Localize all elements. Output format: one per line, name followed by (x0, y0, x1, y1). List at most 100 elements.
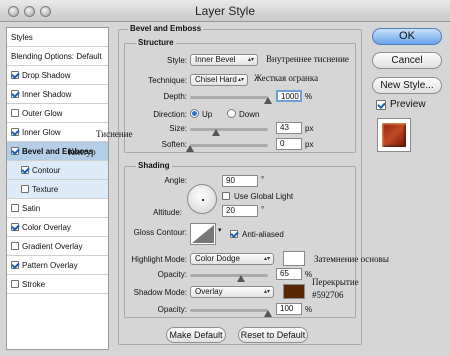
outer-glow-checkbox[interactable] (11, 109, 19, 117)
technique-label: Technique: (148, 76, 187, 85)
color-overlay-label: Color Overlay (22, 222, 71, 232)
contour-checkbox[interactable] (21, 166, 29, 174)
shadow-opacity-handle[interactable] (264, 310, 272, 317)
size-slider-handle[interactable] (212, 129, 220, 136)
list-item-contour[interactable]: Contour (7, 161, 108, 180)
contour-label: Contour (32, 165, 61, 175)
color-overlay-checkbox[interactable] (11, 223, 19, 231)
satin-label: Satin (22, 203, 41, 213)
contour-dropdown-icon[interactable]: ▾ (218, 226, 222, 234)
title-bar: Layer Style (0, 0, 450, 22)
inner-glow-checkbox[interactable] (11, 128, 19, 136)
anti-aliased-label: Anti-aliased (242, 230, 284, 239)
make-default-button[interactable]: Make Default (166, 327, 226, 343)
annotation-highlight: Затемнение основы (314, 254, 389, 264)
soften-slider[interactable] (190, 144, 268, 147)
highlight-opacity-handle[interactable] (237, 275, 245, 282)
shadow-opacity-slider[interactable] (190, 309, 268, 312)
highlight-opacity-input[interactable]: 65 (276, 268, 302, 280)
depth-input[interactable]: 1000 (276, 90, 302, 102)
style-label: Style: (166, 56, 187, 65)
shadow-color-swatch[interactable] (283, 284, 305, 299)
list-item-texture[interactable]: Texture (7, 180, 108, 199)
highlight-opacity-slider[interactable] (190, 274, 268, 277)
cancel-button[interactable]: Cancel (372, 52, 442, 69)
annotation-contour: Контур (68, 147, 96, 157)
select-arrows-icon: ▴▾ (263, 289, 270, 295)
angle-dial[interactable] (187, 184, 217, 214)
list-item-stroke[interactable]: Stroke (7, 275, 108, 294)
depth-slider[interactable] (190, 96, 268, 99)
altitude-input[interactable]: 20 (222, 205, 258, 217)
reset-default-button[interactable]: Reset to Default (238, 327, 308, 343)
list-item-drop-shadow[interactable]: Drop Shadow (7, 66, 108, 85)
shadow-opacity-input[interactable]: 100 (276, 303, 302, 315)
angle-label: Angle: (164, 176, 187, 185)
direction-up-radio[interactable] (190, 109, 199, 118)
stroke-checkbox[interactable] (11, 280, 19, 288)
shadow-opacity-label: Opacity: (157, 305, 187, 314)
depth-unit: % (305, 92, 313, 101)
soften-input[interactable]: 0 (276, 138, 302, 150)
style-select[interactable]: Inner Bevel ▴▾ (190, 54, 258, 66)
gradient-overlay-checkbox[interactable] (11, 242, 19, 250)
highlight-mode-value: Color Dodge (195, 254, 240, 263)
soften-unit: px (305, 140, 314, 149)
list-item-inner-shadow[interactable]: Inner Shadow (7, 85, 108, 104)
shadow-mode-select[interactable]: Overlay ▴▾ (190, 286, 274, 298)
inner-shadow-label: Inner Shadow (22, 89, 72, 99)
ok-button[interactable]: OK (372, 28, 442, 45)
altitude-label: Altitude: (153, 208, 182, 217)
list-item-color-overlay[interactable]: Color Overlay (7, 218, 108, 237)
soften-label: Soften: (161, 140, 187, 149)
blending-options-item[interactable]: Blending Options: Default (7, 47, 108, 66)
depth-slider-handle[interactable] (264, 97, 272, 104)
satin-checkbox[interactable] (11, 204, 19, 212)
new-style-button[interactable]: New Style... (372, 77, 442, 94)
shading-title: Shading (136, 161, 172, 170)
bevel-emboss-checkbox[interactable] (11, 147, 19, 155)
use-global-light-checkbox[interactable] (222, 192, 230, 200)
list-item-inner-glow[interactable]: Inner Glow (7, 123, 108, 142)
highlight-opacity-label: Opacity: (157, 270, 187, 279)
inner-glow-label: Inner Glow (22, 127, 61, 137)
size-input[interactable]: 43 (276, 122, 302, 134)
pattern-overlay-checkbox[interactable] (11, 261, 19, 269)
depth-label: Depth: (163, 92, 187, 101)
list-item-pattern-overlay[interactable]: Pattern Overlay (7, 256, 108, 275)
list-item-gradient-overlay[interactable]: Gradient Overlay (7, 237, 108, 256)
inner-shadow-checkbox[interactable] (11, 90, 19, 98)
soften-slider-handle[interactable] (186, 145, 194, 152)
preview-label: Preview (390, 99, 426, 110)
highlight-color-swatch[interactable] (283, 251, 305, 266)
direction-label: Direction: (153, 110, 187, 119)
list-item-satin[interactable]: Satin (7, 199, 108, 218)
size-slider[interactable] (190, 128, 268, 131)
direction-down-label: Down (239, 110, 260, 119)
preview-checkbox[interactable] (376, 100, 386, 110)
list-item-outer-glow[interactable]: Outer Glow (7, 104, 108, 123)
texture-checkbox[interactable] (21, 185, 29, 193)
select-arrows-icon: ▴▾ (263, 256, 270, 262)
direction-up-label: Up (202, 110, 213, 119)
preview-swatch (382, 123, 406, 147)
styles-header[interactable]: Styles (7, 28, 108, 47)
style-value: Inner Bevel (195, 55, 236, 64)
technique-select[interactable]: Chisel Hard ▴▾ (190, 74, 248, 86)
angle-input[interactable]: 90 (222, 175, 258, 187)
select-arrows-icon: ▴▾ (247, 57, 254, 63)
angle-dial-center (202, 199, 204, 201)
annotation-chisel-hard: Жесткая огранка (254, 73, 319, 83)
style-preview-thumbnail (377, 118, 411, 152)
stroke-label: Stroke (22, 279, 46, 289)
blending-options-label: Blending Options: Default (11, 51, 102, 61)
anti-aliased-checkbox[interactable] (230, 230, 238, 238)
direction-down-radio[interactable] (227, 109, 236, 118)
pattern-overlay-label: Pattern Overlay (22, 260, 78, 270)
gloss-contour-label: Gloss Contour: (133, 228, 187, 237)
gloss-contour-picker[interactable] (190, 223, 216, 245)
highlight-mode-select[interactable]: Color Dodge ▴▾ (190, 253, 274, 265)
styles-list: Styles Blending Options: Default Drop Sh… (6, 27, 109, 350)
drop-shadow-checkbox[interactable] (11, 71, 19, 79)
size-label: Size: (169, 124, 187, 133)
